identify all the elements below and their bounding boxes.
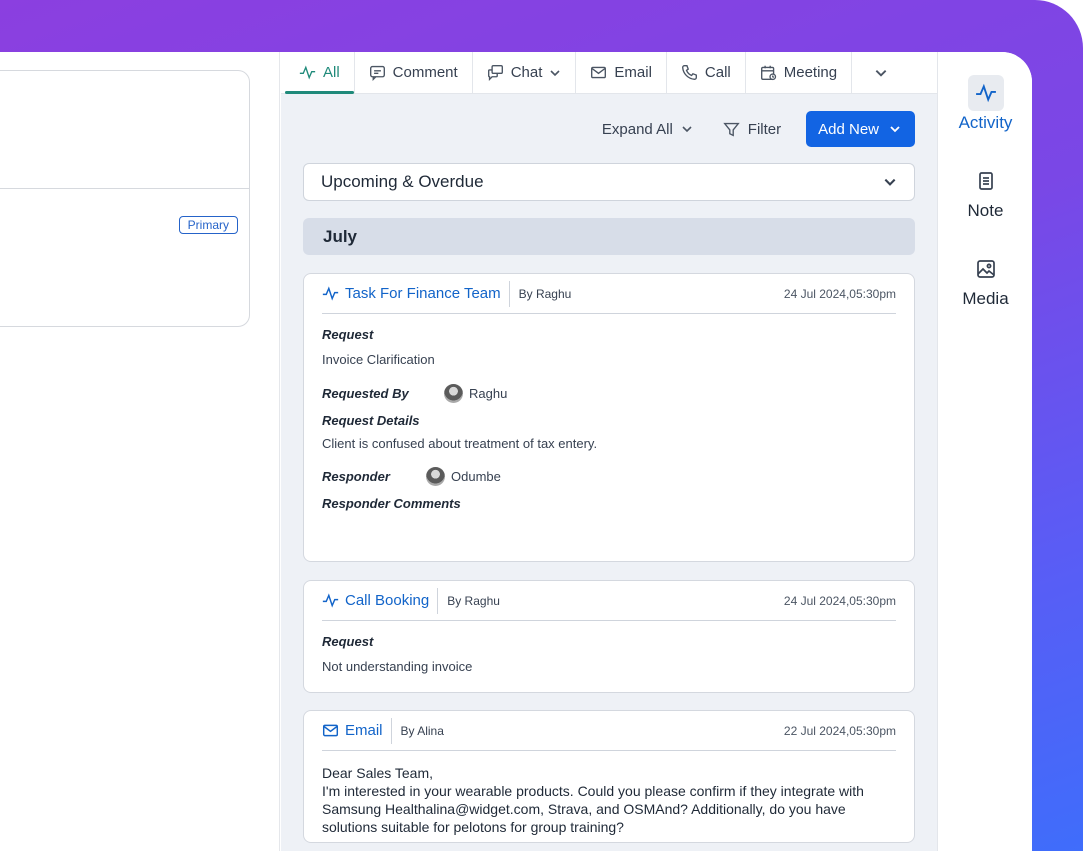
tab-call[interactable]: Call [667, 52, 746, 93]
image-icon [976, 260, 995, 278]
comment-icon [369, 65, 385, 81]
responder-label: Responder [322, 469, 390, 484]
activity-icon [975, 83, 996, 103]
expand-all-label: Expand All [601, 120, 673, 138]
phone-icon [681, 65, 697, 80]
contact-details-panel: Primary [0, 52, 280, 851]
filter-button[interactable]: Filter [723, 121, 781, 138]
tab-meeting[interactable]: Meeting [746, 52, 853, 93]
avatar [426, 467, 445, 486]
card-divider [0, 188, 249, 189]
rail-icon-wrapper [968, 251, 1004, 287]
card-header: Email By Alina 22 Jul 2024,05:30pm [322, 711, 896, 751]
chevron-down-icon [550, 69, 560, 76]
activity-filter-select[interactable]: Upcoming & Overdue [303, 163, 915, 201]
primary-badge: Primary [178, 216, 238, 234]
mail-icon [591, 66, 607, 79]
activity-icon [299, 65, 316, 80]
card-date: 24 Jul 2024,05:30pm [783, 286, 896, 301]
rail-label-media: Media [962, 289, 1009, 308]
card-author: By Alina [400, 723, 444, 738]
rail-icon-wrapper [967, 75, 1004, 111]
rail-item-media[interactable]: Media [938, 251, 1032, 309]
card-title-link[interactable]: Email [322, 717, 392, 744]
avatar [444, 384, 463, 403]
tab-all-label: All [323, 64, 340, 81]
activity-card-call: Call Booking By Raghu 24 Jul 2024,05:30p… [303, 580, 915, 693]
app-window: Primary All Comment Chat Email Call Meet… [0, 52, 1032, 851]
rail-label-activity: Activity [958, 113, 1013, 132]
card-body: Request Invoice Clarification Requested … [304, 327, 914, 511]
activity-tabs: All Comment Chat Email Call Meeting [281, 52, 937, 94]
mail-icon [322, 724, 339, 737]
responder-comments-label: Responder Comments [322, 496, 461, 511]
activity-icon [322, 286, 339, 301]
card-author: By Raghu [518, 286, 572, 301]
activity-panel: All Comment Chat Email Call Meeting Expa… [281, 52, 937, 851]
card-title-link[interactable]: Call Booking [322, 587, 439, 614]
tab-email[interactable]: Email [576, 52, 667, 93]
card-body: Request Not understanding invoice [304, 634, 914, 674]
tab-all[interactable]: All [281, 52, 355, 94]
request-value: Invoice Clarification [322, 352, 435, 367]
responder-row: Responder Odumbe [322, 467, 896, 486]
responder-person: Odumbe [426, 467, 501, 486]
rail-icon-wrapper [968, 163, 1004, 199]
card-title-link[interactable]: Task For Finance Team [322, 280, 510, 307]
email-body: I'm interested in your wearable products… [322, 783, 864, 835]
card-header: Task For Finance Team By Raghu 24 Jul 20… [322, 274, 896, 314]
email-greeting: Dear Sales Team, [322, 765, 434, 781]
rail-item-note[interactable]: Note [938, 163, 1032, 221]
chat-icon [487, 65, 503, 81]
note-icon [978, 172, 993, 190]
add-new-button[interactable]: Add New [806, 111, 915, 147]
month-group-header: July [303, 218, 915, 255]
right-rail: Activity Note Media [937, 52, 1032, 851]
requested-by-name: Raghu [469, 386, 508, 401]
add-new-label: Add New [818, 120, 879, 138]
contact-card: Primary [0, 70, 250, 327]
chevron-down-icon [682, 126, 692, 133]
responder-name: Odumbe [451, 469, 501, 484]
tab-meeting-label: Meeting [783, 64, 838, 81]
rail-label-note: Note [967, 201, 1004, 220]
activity-toolbar: Expand All Filter Add New [602, 111, 915, 147]
tab-comment[interactable]: Comment [355, 52, 473, 93]
tab-chat[interactable]: Chat [473, 52, 577, 93]
tab-comment-label: Comment [392, 64, 458, 81]
activity-filter-value: Upcoming & Overdue [321, 172, 484, 191]
chevron-down-icon [875, 69, 887, 77]
chevron-down-icon [884, 178, 896, 186]
activity-card-task: Task For Finance Team By Raghu 24 Jul 20… [303, 273, 915, 562]
expand-all-button[interactable]: Expand All [602, 121, 693, 138]
request-label: Request [322, 634, 374, 649]
card-author: By Raghu [447, 593, 500, 608]
filter-label: Filter [747, 120, 782, 138]
request-details-value: Client is confused about treatment of ta… [322, 436, 598, 451]
requested-by-label: Requested By [322, 386, 409, 401]
tab-call-label: Call [704, 64, 731, 81]
card-title: Task For Finance Team [345, 285, 501, 302]
request-value: Not understanding invoice [322, 659, 473, 674]
tab-email-label: Email [614, 64, 652, 81]
card-date: 24 Jul 2024,05:30pm [783, 593, 896, 608]
activity-card-email: Email By Alina 22 Jul 2024,05:30pm Dear … [303, 710, 915, 843]
month-label: July [323, 226, 358, 246]
calendar-icon [760, 65, 776, 81]
tab-chat-label: Chat [510, 64, 543, 81]
card-date: 22 Jul 2024,05:30pm [783, 723, 896, 738]
request-label: Request [322, 327, 374, 342]
rail-item-activity[interactable]: Activity [938, 75, 1032, 133]
requested-by-person: Raghu [444, 384, 507, 403]
filter-icon [723, 122, 740, 137]
more-tabs-button[interactable] [852, 52, 910, 93]
card-header: Call Booking By Raghu 24 Jul 2024,05:30p… [322, 581, 896, 621]
request-details-label: Request Details [322, 413, 420, 428]
card-title: Email [345, 722, 383, 739]
card-body: Dear Sales Team, I'm interested in your … [304, 764, 914, 836]
requested-by-row: Requested By Raghu [322, 384, 896, 403]
chevron-down-icon [890, 126, 900, 133]
card-title: Call Booking [345, 592, 430, 609]
activity-icon [322, 593, 339, 608]
